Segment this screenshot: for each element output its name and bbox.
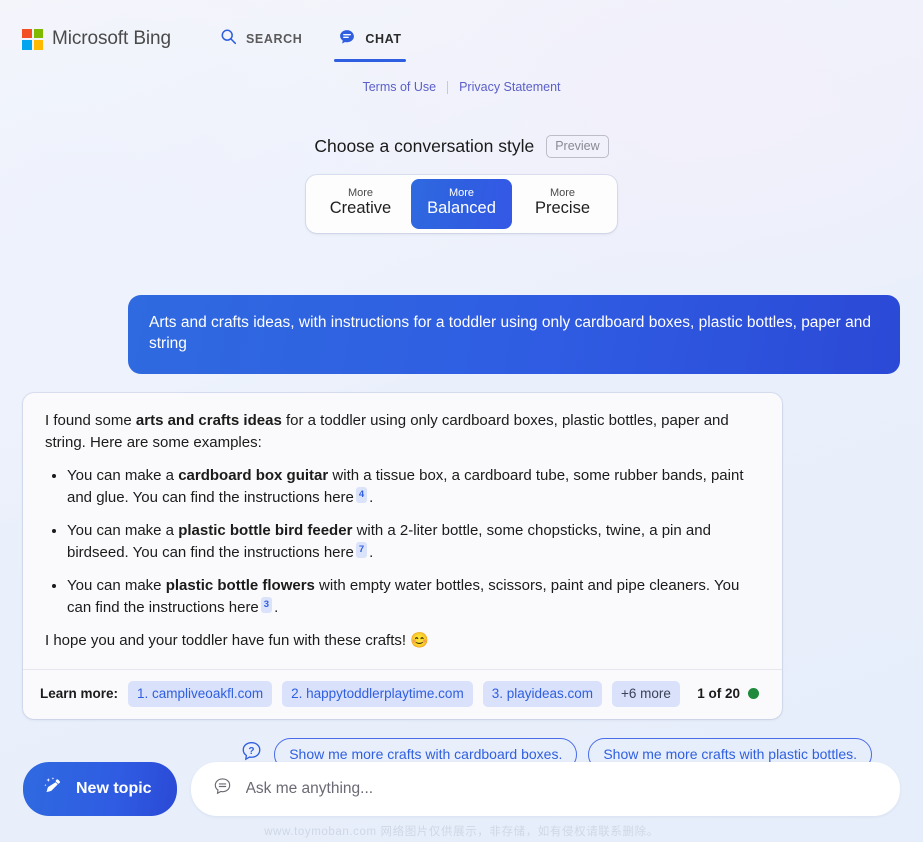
style-option-balanced-line1: More bbox=[448, 187, 475, 199]
nav-label-chat: CHAT bbox=[365, 32, 402, 46]
watermark: www.toymoban.com 网络图片仅供展示，非存储，如有侵权请联系删除。 bbox=[264, 826, 659, 838]
style-option-precise-line2: Precise bbox=[534, 199, 591, 218]
answer-bullet-list: You can make a cardboard box guitar with… bbox=[45, 465, 760, 619]
citation-badge[interactable]: 4 bbox=[355, 486, 368, 503]
answer-closing-text: I hope you and your toddler have fun wit… bbox=[45, 631, 407, 649]
conversation-style-section: Choose a conversation style Preview More… bbox=[0, 135, 923, 233]
answer-intro: I found some arts and crafts ideas for a… bbox=[45, 410, 760, 454]
list-item: You can make a cardboard box guitar with… bbox=[45, 465, 760, 509]
citation-badge[interactable]: 7 bbox=[355, 541, 368, 558]
message-input[interactable] bbox=[245, 780, 879, 798]
answer-closing: I hope you and your toddler have fun wit… bbox=[45, 630, 760, 652]
bullet-1-bold: cardboard box guitar bbox=[178, 466, 329, 484]
svg-text:?: ? bbox=[249, 746, 255, 757]
more-sources-chip[interactable]: +6 more bbox=[612, 680, 680, 707]
style-option-balanced-line2: Balanced bbox=[427, 199, 496, 218]
user-message-bubble: Arts and crafts ideas, with instructions… bbox=[128, 294, 900, 374]
chat-bubble-icon bbox=[338, 28, 356, 51]
preview-badge: Preview bbox=[546, 135, 609, 158]
style-option-creative[interactable]: More Creative bbox=[310, 179, 411, 229]
conversation-style-title: Choose a conversation style bbox=[314, 136, 535, 156]
nav-active-underline bbox=[334, 59, 406, 62]
style-option-balanced[interactable]: More Balanced bbox=[411, 179, 512, 229]
legal-separator bbox=[447, 80, 449, 94]
bullet-3-tail: . bbox=[274, 598, 279, 616]
new-topic-button[interactable]: New topic bbox=[23, 762, 177, 816]
message-input-container[interactable] bbox=[190, 762, 900, 816]
citation-badge[interactable]: 3 bbox=[260, 596, 273, 613]
legal-links: Terms of Use Privacy Statement bbox=[0, 80, 923, 94]
list-item: You can make plastic bottle flowers with… bbox=[45, 575, 760, 619]
assistant-answer-card: I found some arts and crafts ideas for a… bbox=[23, 392, 782, 719]
smiling-face-emoji: 😊 bbox=[410, 631, 429, 649]
bullet-2-bold: plastic bottle bird feeder bbox=[178, 521, 353, 539]
list-item: You can make a plastic bottle bird feede… bbox=[45, 520, 760, 564]
privacy-statement-link[interactable]: Privacy Statement bbox=[459, 80, 560, 94]
message-pager: 1 of 20 bbox=[697, 686, 765, 701]
brand: Microsoft Bing bbox=[22, 28, 171, 50]
assistant-answer-body: I found some arts and crafts ideas for a… bbox=[23, 393, 782, 669]
new-topic-label: New topic bbox=[76, 780, 152, 797]
learn-more-bar: Learn more: 1. campliveoakfl.com 2. happ… bbox=[23, 668, 782, 719]
main-nav: SEARCH CHAT bbox=[216, 0, 406, 78]
microsoft-logo-icon bbox=[22, 28, 43, 50]
conversation-style-toggle: More Creative More Balanced More Precise bbox=[306, 175, 617, 233]
style-option-creative-line2: Creative bbox=[329, 199, 392, 218]
answer-intro-pre: I found some bbox=[45, 411, 136, 429]
nav-label-search: SEARCH bbox=[245, 32, 303, 46]
search-icon bbox=[220, 28, 237, 50]
broom-sparkle-icon bbox=[42, 775, 65, 803]
style-option-precise-line1: More bbox=[549, 187, 576, 199]
conversation-style-header: Choose a conversation style Preview bbox=[314, 135, 609, 158]
pager-count: 1 of 20 bbox=[697, 686, 740, 702]
bullet-1-tail: . bbox=[369, 488, 374, 506]
bullet-2-tail: . bbox=[369, 543, 374, 561]
source-chip-1[interactable]: 1. campliveoakfl.com bbox=[128, 680, 273, 707]
bullet-3-pre: You can make bbox=[67, 576, 166, 594]
chat-lines-icon bbox=[212, 776, 233, 802]
conversation: Arts and crafts ideas, with instructions… bbox=[0, 294, 923, 771]
pager-status-dot bbox=[748, 688, 759, 700]
bullet-3-bold: plastic bottle flowers bbox=[165, 576, 315, 594]
source-chip-3[interactable]: 3. playideas.com bbox=[482, 680, 602, 707]
nav-item-chat[interactable]: CHAT bbox=[334, 0, 406, 78]
source-chip-2[interactable]: 2. happytoddlerplaytime.com bbox=[282, 680, 473, 707]
style-option-creative-line1: More bbox=[347, 187, 374, 199]
app-header: Microsoft Bing SEARCH CHAT bbox=[0, 0, 923, 78]
brand-name: Microsoft Bing bbox=[52, 28, 171, 49]
style-option-precise[interactable]: More Precise bbox=[512, 179, 613, 229]
bullet-1-pre: You can make a bbox=[67, 466, 179, 484]
bullet-2-pre: You can make a bbox=[67, 521, 179, 539]
nav-item-search[interactable]: SEARCH bbox=[216, 0, 306, 78]
answer-intro-bold: arts and crafts ideas bbox=[135, 411, 282, 429]
terms-of-use-link[interactable]: Terms of Use bbox=[362, 80, 436, 94]
learn-more-label: Learn more: bbox=[40, 686, 119, 702]
composer-bar: New topic bbox=[23, 762, 900, 816]
